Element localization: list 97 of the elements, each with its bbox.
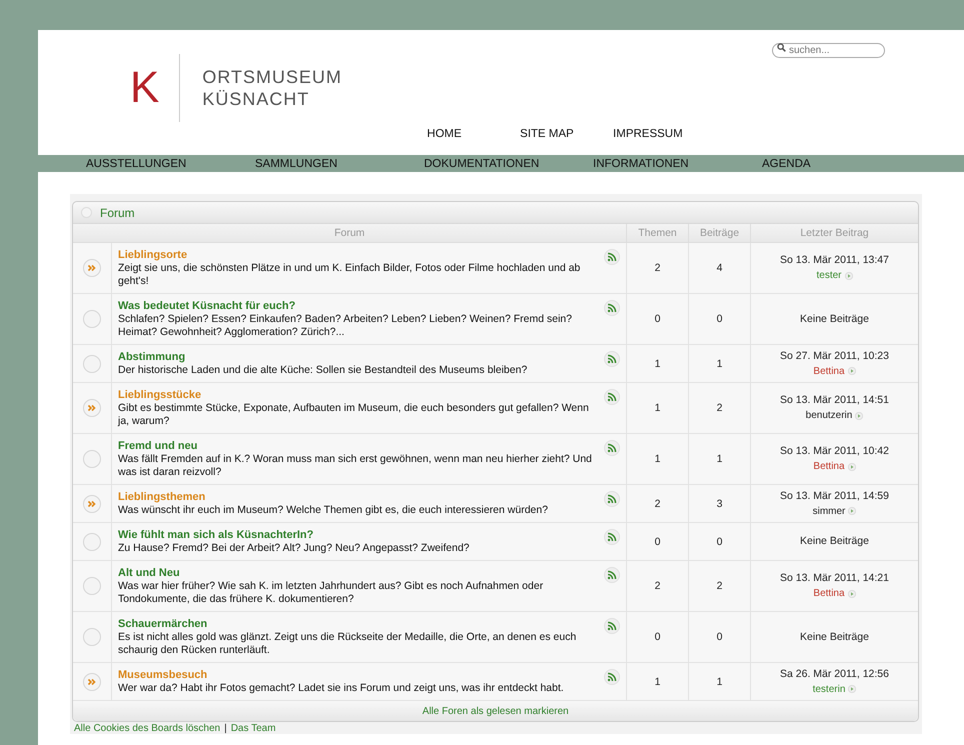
- author-link[interactable]: benutzerin: [806, 408, 852, 423]
- author-link[interactable]: testerin: [812, 682, 846, 696]
- forum-title-link[interactable]: Lieblingsstücke: [118, 389, 598, 402]
- last-post-date: So 27. Mär 2011, 10:23: [780, 348, 889, 364]
- forum-description: Zeigt sie uns, die schönsten Plätze in und um K. Einfach Bilder, Fotos oder Filme hochladen und ab geht's!: [118, 262, 582, 288]
- post-count: 1: [716, 358, 722, 370]
- forum-description: Gibt es bestimmte Stücke, Exponate, Aufbauten im Museum, die euch besonders gut gefallen? Wenn ja, warum?: [118, 402, 590, 428]
- main-nav-link[interactable]: SAMMLUNGEN: [255, 158, 424, 170]
- forum-description: Der historische Laden und die alte Küche: Sollen sie Bestandteil des Museums bleiben?: [118, 364, 528, 377]
- top-nav-link[interactable]: IMPRESSUM: [613, 128, 706, 140]
- site-title: KÜSNACHT: [202, 88, 310, 110]
- post-count: 2: [716, 402, 722, 414]
- forum-description: Wer war da? Habt ihr Fotos gemacht? Ladet sie ins Forum und zeigt uns, was ihr entdeckt habt.: [118, 682, 564, 695]
- main-nav-link[interactable]: DOKUMENTATIONEN: [424, 158, 593, 170]
- author-link[interactable]: Bettina: [813, 364, 845, 378]
- post-count: 0: [716, 631, 722, 643]
- last-post-date: So 13. Mär 2011, 14:51: [780, 393, 889, 408]
- author-link[interactable]: Bettina: [813, 586, 845, 601]
- forum-title-link[interactable]: Fremd und neu: [118, 440, 598, 453]
- post-count: 0: [716, 313, 722, 325]
- last-post-date: Sa 26. Mär 2011, 12:56: [780, 666, 889, 682]
- column-header: Letzter Beitrag: [750, 224, 918, 243]
- last-post-date: So 13. Mär 2011, 14:21: [780, 571, 889, 586]
- main-nav-link[interactable]: INFORMATIONEN: [593, 158, 762, 170]
- footer-link[interactable]: Alle Cookies des Boards löschen: [74, 723, 220, 734]
- forum-title-link[interactable]: Wie fühlt man sich als KüsnachterIn?: [118, 529, 470, 542]
- forum-description: Zu Hause? Fremd? Bei der Arbeit? Alt? Jung? Neu? Angepasst? Zweifend?: [118, 542, 470, 555]
- last-post-date: So 13. Mär 2011, 10:42: [780, 444, 889, 459]
- search-field[interactable]: suchen...: [772, 43, 885, 58]
- site-title: ORTSMUSEUM: [202, 66, 342, 88]
- rss-feed-icon[interactable]: [604, 491, 620, 507]
- rss-feed-icon[interactable]: [604, 249, 620, 265]
- author-link[interactable]: Bettina: [813, 459, 845, 474]
- post-count: 3: [716, 498, 722, 510]
- search-icon: [777, 43, 786, 52]
- topic-count: 1: [654, 402, 660, 414]
- logo-letter: K: [130, 66, 160, 110]
- column-header: Forum: [73, 224, 626, 243]
- top-nav-link[interactable]: HOME: [427, 128, 520, 140]
- post-count: 1: [716, 676, 722, 688]
- last-post-date: So 13. Mär 2011, 13:47: [780, 253, 889, 268]
- forum-title-link[interactable]: Museumsbesuch: [118, 669, 564, 682]
- go-to-post-icon[interactable]: [848, 462, 856, 470]
- footer-link[interactable]: Das Team: [230, 723, 276, 734]
- rss-feed-icon[interactable]: [604, 440, 620, 456]
- topic-count: 2: [654, 262, 660, 274]
- forum-title-link[interactable]: Schauermärchen: [118, 618, 598, 631]
- rss-feed-icon[interactable]: [604, 351, 620, 367]
- go-to-post-icon[interactable]: [848, 507, 856, 515]
- main-nav-link[interactable]: AUSSTELLUNGEN: [86, 158, 255, 170]
- forum-title-link[interactable]: Lieblingsthemen: [118, 491, 548, 504]
- topic-count: 0: [654, 313, 660, 325]
- go-to-post-icon[interactable]: [848, 685, 856, 693]
- topic-count: 1: [654, 358, 660, 370]
- topic-count: 1: [654, 453, 660, 465]
- author-link[interactable]: simmer: [812, 504, 846, 518]
- forum-title-link[interactable]: Was bedeutet Küsnacht für euch?: [118, 300, 598, 313]
- forum-description: Es ist nicht alles gold was glänzt. Zeigt uns die Rückseite der Medaille, die Orte, an denen es euch schaurig den Rücken runterläuft.: [118, 631, 578, 657]
- forum-description: Was war hier früher? Wie sah K. im letzten Jahrhundert aus? Gibt es noch Aufnahmen oder Tondokumente, die das frühere K. dokumentieren?: [118, 580, 544, 606]
- separator: |: [224, 723, 227, 734]
- top-nav-link[interactable]: SITE MAP: [520, 128, 614, 140]
- go-to-post-icon[interactable]: [848, 367, 856, 375]
- forum-description: Was wünscht ihr euch im Museum? Welche Themen gibt es, die euch interessieren würden?: [118, 504, 548, 517]
- category-icon: [81, 207, 92, 218]
- last-post-date: So 13. Mär 2011, 14:59: [780, 488, 889, 504]
- go-to-post-icon[interactable]: [848, 590, 856, 598]
- post-count: 2: [716, 580, 722, 592]
- mark-read-link[interactable]: Alle Foren als gelesen markieren: [422, 706, 569, 716]
- forum-title-link[interactable]: Abstimmung: [118, 351, 528, 364]
- topic-count: 0: [654, 536, 660, 548]
- topic-count: 1: [654, 676, 660, 688]
- forum-description: Was fällt Fremden auf in K.? Woran muss man sich erst gewöhnen, wenn man neu hierher zieht? Und was ist daran reizvoll?: [118, 453, 593, 479]
- topic-count: 0: [654, 631, 660, 643]
- forum-title-link[interactable]: Alt und Neu: [118, 567, 598, 580]
- column-header: Beiträge: [688, 224, 750, 243]
- rss-feed-icon[interactable]: [604, 300, 620, 316]
- main-nav-link[interactable]: AGENDA: [762, 158, 931, 170]
- topic-count: 2: [654, 498, 660, 510]
- post-count: 1: [716, 453, 722, 465]
- post-count: 4: [716, 262, 722, 274]
- no-posts-text: Keine Beiträge: [800, 630, 869, 644]
- forum-description: Schlafen? Spielen? Essen? Einkaufen? Baden? Arbeiten? Leben? Lieben? Weinen? Fremd sein? Heimat? Gewohnheit? Agglomeration? Zürich?...: [118, 313, 573, 339]
- column-header: Themen: [626, 224, 688, 243]
- author-link[interactable]: tester: [816, 268, 842, 283]
- post-count: 0: [716, 536, 722, 548]
- category-title: Forum: [100, 206, 135, 220]
- go-to-post-icon[interactable]: [844, 272, 852, 280]
- topic-count: 2: [654, 580, 660, 592]
- rss-feed-icon[interactable]: [604, 529, 620, 545]
- no-posts-text: Keine Beiträge: [800, 312, 869, 326]
- rss-feed-icon[interactable]: [604, 618, 620, 634]
- rss-feed-icon[interactable]: [604, 567, 620, 583]
- no-posts-text: Keine Beiträge: [800, 534, 869, 549]
- forum-title-link[interactable]: Lieblingsorte: [118, 249, 598, 262]
- rss-feed-icon[interactable]: [604, 389, 620, 405]
- go-to-post-icon[interactable]: [855, 412, 864, 420]
- rss-feed-icon[interactable]: [604, 669, 620, 685]
